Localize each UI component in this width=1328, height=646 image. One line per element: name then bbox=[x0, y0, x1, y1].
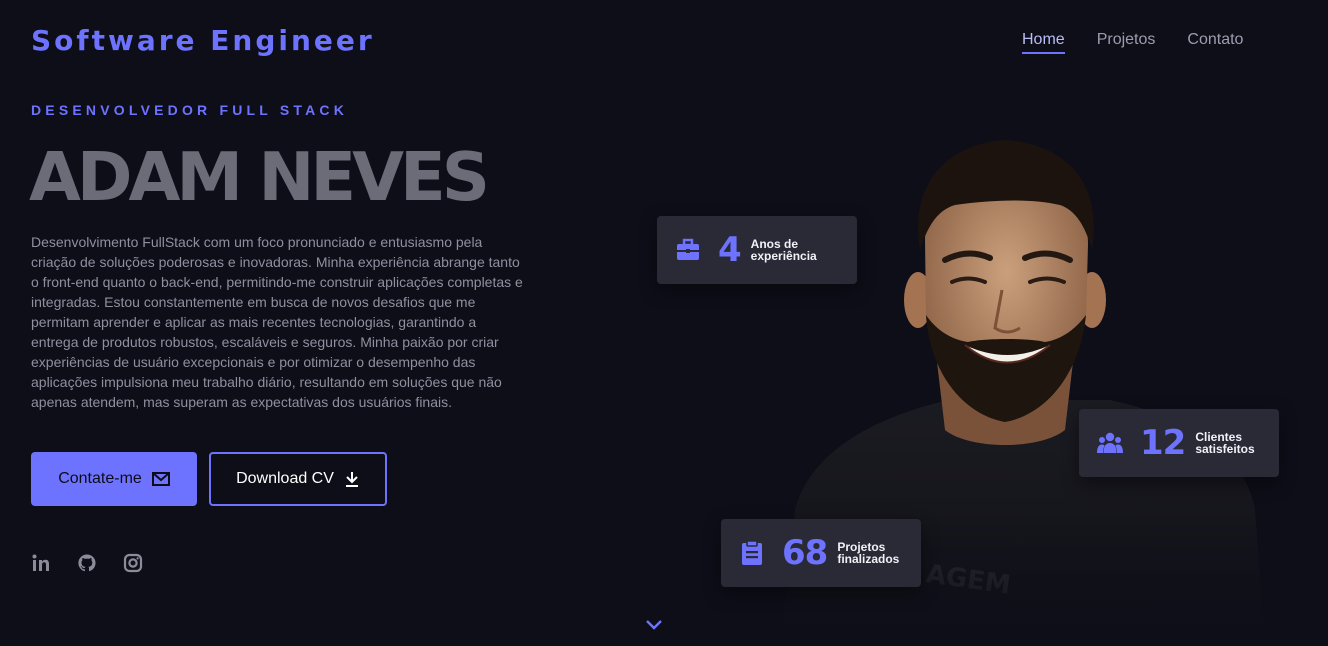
clipboard-icon bbox=[738, 539, 766, 567]
clients-stat-card: 12 Clientes satisfeitos bbox=[1079, 409, 1279, 477]
experience-stat-card: 4 Anos de experiência bbox=[657, 216, 857, 284]
nav-home[interactable]: Home bbox=[1022, 31, 1065, 54]
download-cv-button[interactable]: Download CV bbox=[209, 452, 387, 506]
mail-icon bbox=[151, 471, 170, 487]
nav-contato[interactable]: Contato bbox=[1187, 31, 1243, 54]
experience-value: 4 bbox=[718, 230, 742, 270]
nav-projetos[interactable]: Projetos bbox=[1097, 31, 1156, 54]
clients-value: 12 bbox=[1140, 423, 1186, 463]
projects-value: 68 bbox=[782, 533, 828, 573]
linkedin-icon[interactable] bbox=[31, 553, 51, 573]
brand-title[interactable]: Software Engineer bbox=[31, 24, 375, 57]
hero-page: Software Engineer Home Projetos Contato … bbox=[0, 0, 1328, 646]
briefcase-icon bbox=[674, 236, 702, 264]
users-group-icon bbox=[1096, 429, 1124, 457]
github-icon[interactable] bbox=[77, 553, 97, 573]
contact-button[interactable]: Contate-me bbox=[31, 452, 197, 506]
hero-name: ADAM NEVES bbox=[29, 138, 490, 216]
hero-bio: Desenvolvimento FullStack com um foco pr… bbox=[31, 234, 523, 410]
role-eyebrow: DESENVOLVEDOR FULL STACK bbox=[31, 102, 349, 118]
experience-label: Anos de experiência bbox=[750, 237, 817, 263]
projects-label: Projetos finalizados bbox=[837, 540, 900, 566]
contact-button-label: Contate-me bbox=[58, 470, 142, 487]
social-links bbox=[31, 553, 143, 573]
projects-stat-card: 68 Projetos finalizados bbox=[721, 519, 921, 587]
instagram-icon[interactable] bbox=[123, 553, 143, 573]
download-cv-label: Download CV bbox=[236, 470, 334, 487]
download-icon bbox=[344, 471, 360, 487]
clients-label: Clientes satisfeitos bbox=[1195, 430, 1255, 456]
main-nav: Home Projetos Contato bbox=[1022, 31, 1243, 54]
scroll-down-chevron-icon[interactable] bbox=[644, 614, 664, 634]
